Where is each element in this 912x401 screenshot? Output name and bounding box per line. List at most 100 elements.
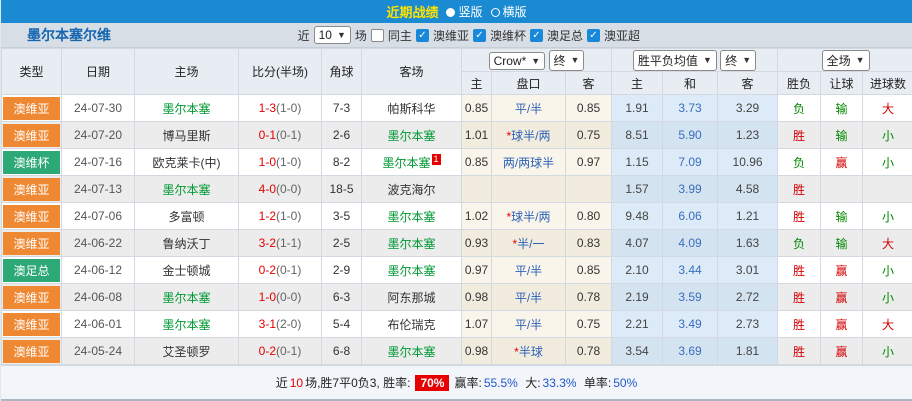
- odds-time-select[interactable]: 终 ▼: [548, 49, 585, 71]
- halftime-score: (1-0): [276, 101, 302, 115]
- corners-cell: 3-5: [321, 202, 362, 230]
- scope-header: 全场 ▼: [777, 48, 912, 72]
- match-count-value: 10: [318, 28, 332, 42]
- away-team-name[interactable]: 墨尔本塞: [387, 237, 435, 251]
- away-team-cell: 阿东那城: [361, 283, 462, 311]
- home-team-name[interactable]: 多富顿: [168, 210, 204, 224]
- odds-time-value: 终: [553, 53, 566, 68]
- corners-cell: 5-4: [321, 310, 362, 338]
- fulltime-score: 0-1: [258, 128, 276, 142]
- avg-away-odds-cell: 4.58: [717, 175, 779, 203]
- avg-odds-select[interactable]: 胜平负均值 ▼: [632, 49, 717, 71]
- avg-home-odds-cell: 1.15: [611, 148, 664, 176]
- subheader-crow-away: 客: [564, 71, 613, 95]
- table-row: 澳维亚 24-07-30 墨尔本塞 1-3(1-0) 7-3 帕斯科华 0.85 平/半 0.8…: [1, 94, 912, 122]
- results-body: 澳维亚 24-07-30 墨尔本塞 1-3(1-0) 7-3 帕斯科华 0.85 平/半 0.8…: [1, 94, 912, 365]
- wdl-result-cell: 负: [777, 229, 822, 257]
- corners-cell: 6-8: [321, 337, 362, 365]
- handicap-result-cell: 赢: [820, 337, 864, 365]
- score-cell: 1-3(1-0): [238, 94, 322, 122]
- home-team-cell: 墨尔本塞: [134, 175, 239, 203]
- filter-controls: 近 10 ▼ 场 同主 ✓ 澳维亚 ✓ 澳维杯 ✓ 澳足总 ✓ 澳亚超: [298, 26, 640, 44]
- layout-radio-vertical[interactable]: 竖版: [446, 3, 483, 20]
- win-rate-badge: 70%: [415, 374, 450, 391]
- scope-select[interactable]: 全场 ▼: [821, 49, 870, 71]
- home-team-name[interactable]: 墨尔本塞: [162, 318, 210, 332]
- home-team-name[interactable]: 墨尔本塞: [162, 183, 210, 197]
- same-host-checkbox[interactable]: [370, 28, 384, 42]
- goals-result-cell: 大: [862, 310, 912, 338]
- handicap-result-cell: 赢: [820, 310, 864, 338]
- handicap-line: 平/半: [514, 317, 543, 332]
- away-team-name[interactable]: 帕斯科华: [387, 102, 435, 116]
- handicap-result-cell: [820, 175, 864, 203]
- away-team-name[interactable]: 墨尔本塞: [387, 129, 435, 143]
- avg-away-odds-cell: 1.21: [717, 202, 779, 230]
- col-header-score: 比分(半场): [238, 48, 322, 95]
- avg-home-odds-cell: 2.10: [611, 256, 664, 284]
- chevron-down-icon: ▼: [855, 55, 865, 65]
- league-checkbox-3[interactable]: ✓: [586, 28, 600, 42]
- avg-time-select[interactable]: 终 ▼: [720, 49, 757, 71]
- wdl-result-cell: 负: [777, 148, 822, 176]
- league-checkbox-0[interactable]: ✓: [415, 28, 429, 42]
- date-cell: 24-06-08: [61, 283, 135, 311]
- results-table: 类型 日期 主场 比分(半场) 角球 客场 Crow* ▼ 终 ▼ 胜平负均值 ▼ 终…: [1, 48, 912, 365]
- wdl-result-cell: 胜: [777, 121, 822, 149]
- home-team-name[interactable]: 艾圣顿罗: [162, 345, 210, 359]
- handicap-win-value: 55.5%: [483, 375, 518, 390]
- table-row: 澳维亚 24-06-01 墨尔本塞 3-1(2-0) 5-4 布伦瑞克 1.07 平/半 0.7…: [1, 310, 912, 338]
- away-team-name[interactable]: 墨尔本塞: [382, 156, 430, 170]
- league-cell: 澳维亚: [1, 229, 62, 257]
- goals-result-cell: 小: [862, 121, 912, 149]
- away-team-cell: 墨尔本塞: [361, 229, 462, 257]
- league-label-3: 澳亚超: [603, 28, 640, 43]
- radio-horizontal-label: 横版: [502, 5, 527, 19]
- home-team-name[interactable]: 欧克莱卡(中): [153, 156, 221, 170]
- handicap-away-odds-cell: 0.97: [564, 148, 613, 176]
- handicap-line: 平/半: [514, 101, 543, 116]
- wdl-result-cell: 负: [777, 94, 822, 122]
- score-cell: 3-1(2-0): [238, 310, 322, 338]
- home-team-cell: 欧克莱卡(中): [134, 148, 239, 176]
- away-team-name[interactable]: 波克海尔: [387, 183, 435, 197]
- match-count-select[interactable]: 10 ▼: [313, 26, 351, 44]
- home-team-name[interactable]: 金士顿城: [162, 264, 210, 278]
- avg-away-odds-cell: 2.72: [717, 283, 779, 311]
- home-team-name[interactable]: 博马里斯: [162, 129, 210, 143]
- away-team-name[interactable]: 墨尔本塞: [387, 345, 435, 359]
- away-team-name[interactable]: 布伦瑞克: [387, 318, 435, 332]
- chevron-down-icon: ▼: [742, 55, 752, 65]
- table-row: 澳维杯 24-07-16 欧克莱卡(中) 1-0(1-0) 8-2 墨尔本塞 1 0.85 两/…: [1, 148, 912, 176]
- away-team-cell: 墨尔本塞: [361, 202, 462, 230]
- league-cell: 澳维亚: [1, 94, 62, 122]
- col-header-date: 日期: [61, 48, 135, 95]
- score-cell: 0-2(0-1): [238, 256, 322, 284]
- goals-result-cell: 小: [862, 148, 912, 176]
- big-label: 大:: [525, 376, 541, 390]
- home-team-name[interactable]: 墨尔本塞: [162, 291, 210, 305]
- home-team-cell: 金士顿城: [134, 256, 239, 284]
- home-team-name[interactable]: 墨尔本塞: [162, 102, 210, 116]
- halftime-score: (0-1): [276, 263, 302, 277]
- fulltime-score: 1-3: [258, 101, 276, 115]
- rank-superscript: 1: [431, 153, 441, 165]
- col-header-away: 客场: [361, 48, 462, 95]
- goals-result-cell: 小: [862, 202, 912, 230]
- table-row: 澳维亚 24-07-06 多富顿 1-2(1-0) 3-5 墨尔本塞 1.02 *球半/两 0.…: [1, 202, 912, 230]
- subheader-avg-draw: 和: [662, 71, 719, 95]
- handicap-cell: 平/半: [491, 256, 566, 284]
- league-checkbox-2[interactable]: ✓: [529, 28, 543, 42]
- odds-source-select[interactable]: Crow* ▼: [488, 51, 546, 70]
- away-team-name[interactable]: 阿东那城: [387, 291, 435, 305]
- league-checkbox-1[interactable]: ✓: [472, 28, 486, 42]
- away-team-name[interactable]: 墨尔本塞: [387, 264, 435, 278]
- layout-radio-horizontal[interactable]: 横版: [490, 3, 527, 20]
- home-team-cell: 墨尔本塞: [134, 310, 239, 338]
- home-team-name[interactable]: 鲁纳沃丁: [162, 237, 210, 251]
- away-team-name[interactable]: 墨尔本塞: [387, 210, 435, 224]
- avg-draw-odds-cell: 6.06: [662, 202, 719, 230]
- same-host-label: 同主: [387, 28, 412, 43]
- away-team-cell: 墨尔本塞 1: [361, 148, 462, 176]
- summary-count: 10: [289, 375, 304, 390]
